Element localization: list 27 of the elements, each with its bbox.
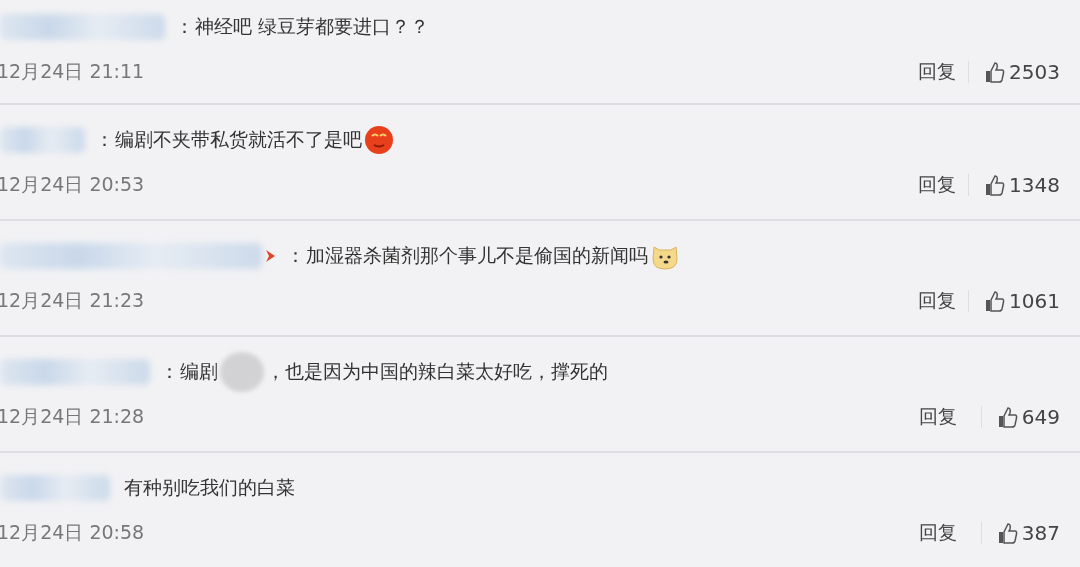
colon: ：	[175, 13, 195, 39]
comment-text: 加湿器杀菌剂那个事儿不是偷国的新闻吗	[306, 243, 648, 268]
comment-text: 有种别吃我们的白菜	[124, 475, 295, 500]
comment-text: ，也是因为中国的辣白菜太好吃，撑死的	[266, 359, 608, 384]
thumbs-up-icon	[997, 522, 1018, 544]
comment-text: 编剧不夹带私货就活不了是吧	[115, 127, 362, 152]
reply-link[interactable]: 回复	[918, 288, 957, 314]
comment-text: 神经吧 绿豆芽都要进口？？	[195, 13, 430, 39]
like-button[interactable]: 1061	[985, 289, 1060, 313]
colon: ：	[160, 359, 180, 384]
like-button[interactable]: 2503	[985, 59, 1060, 84]
thumbs-up-icon	[985, 290, 1006, 312]
reply-link[interactable]: 回复	[918, 58, 957, 85]
blur-patch	[220, 352, 264, 392]
like-button[interactable]: 1348	[985, 173, 1060, 197]
colon: ：	[286, 243, 306, 268]
comment-text: 编剧	[180, 359, 218, 384]
thumbs-up-icon	[997, 406, 1018, 428]
emoji-icon	[364, 125, 394, 155]
reply-link[interactable]: 回复	[918, 404, 957, 430]
reply-link[interactable]: 回复	[918, 172, 957, 198]
thumbs-up-icon	[985, 60, 1006, 83]
thumbs-up-icon	[985, 174, 1006, 196]
colon: ：	[95, 127, 115, 152]
reply-link[interactable]: 回复	[918, 520, 957, 546]
like-button[interactable]: 649	[997, 405, 1060, 429]
like-button[interactable]: 387	[997, 521, 1060, 545]
